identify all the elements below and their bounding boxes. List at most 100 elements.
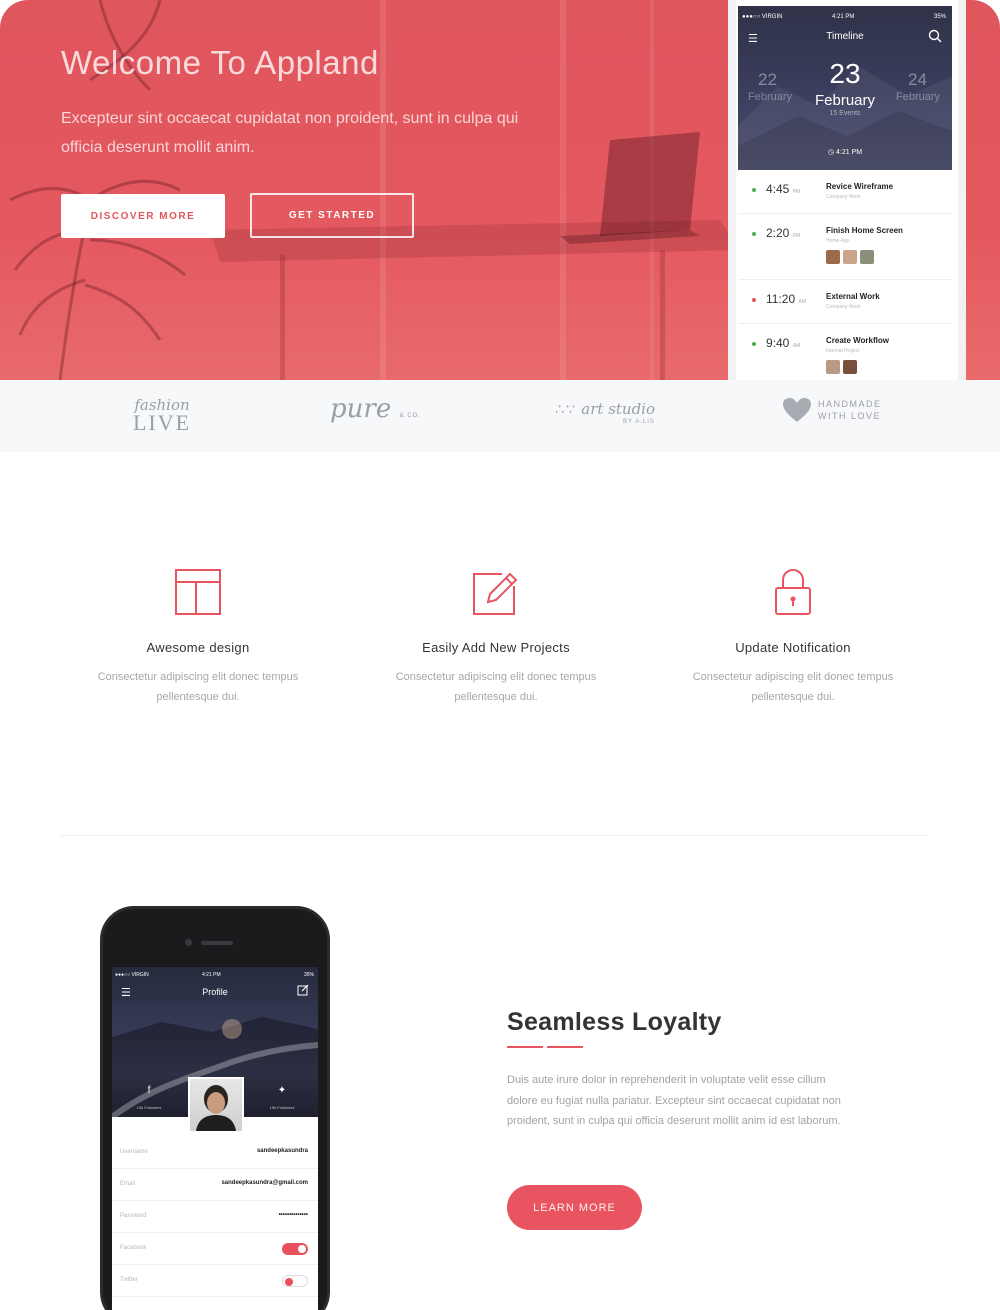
facebook-label: Facebook [120, 1245, 147, 1251]
battery-status: 35% [933, 14, 946, 20]
logo-pure: pure & CO. [330, 394, 422, 424]
feature-title: Awesome design [146, 640, 250, 655]
twitter-toggle[interactable] [282, 1275, 308, 1287]
timeline-item-name: Finish Home Screen [826, 226, 903, 235]
loyalty-title: Seamless Loyalty [507, 1008, 722, 1036]
facebook-icon[interactable]: f [124, 1085, 174, 1096]
username-value: sandeepkasundra [256, 1148, 308, 1154]
loyalty-description: Duis aute irure dolor in reprehenderit i… [507, 1074, 841, 1127]
password-label: Password [120, 1213, 147, 1219]
timeline-item-sub: Internal Project [826, 348, 860, 354]
carrier-status: ●●●○○ VIRGIN [742, 14, 783, 20]
clock-time: 4:21 PM [835, 149, 863, 156]
timeline-item[interactable]: 9:40 AM Create Workflow Internal Project [738, 324, 952, 380]
timeline-phone-mockup: ●●●○○ VIRGIN 4:21 PM 35% ☰ Timeline 22 F… [728, 0, 966, 380]
timeline-item-name: Create Workflow [826, 336, 889, 345]
timeline-title: Timeline [826, 31, 864, 42]
avatar-group [826, 360, 857, 374]
camera-icon [185, 939, 192, 946]
timeline-header: ●●●○○ VIRGIN 4:21 PM 35% ☰ Timeline 22 F… [738, 6, 952, 170]
battery-status: 35% [303, 972, 314, 978]
feature-add-projects: Easily Add New Projects Consectetur adip… [376, 568, 616, 707]
person-photo [196, 1085, 236, 1131]
avatar [860, 250, 874, 264]
timeline-item[interactable]: 4:45 PM Revice Wireframe Company Work [738, 170, 952, 214]
hero-description: Excepteur sint occaecat cupidatat non pr… [61, 110, 519, 156]
avatar [843, 360, 857, 374]
avatar [843, 250, 857, 264]
speaker-grille [201, 941, 233, 945]
title-underline [507, 1046, 543, 1048]
layout-icon [175, 569, 221, 615]
timeline-item-sub: Company Work [826, 194, 861, 200]
twitter-followers: 15k Followers [269, 1105, 295, 1110]
hero-section: Welcome To Appland Excepteur sint occaec… [0, 0, 1000, 380]
logo-handmade: HANDMADE WITH LOVE [782, 397, 902, 423]
username-label: Username [120, 1149, 148, 1155]
feature-awesome-design: Awesome design Consectetur adipiscing el… [78, 568, 318, 707]
status-dot [752, 232, 756, 236]
lock-icon [775, 569, 811, 615]
status-time: 4:21 PM [832, 14, 855, 20]
timeline-item-name: Revice Wireframe [826, 182, 894, 191]
timeline-time: 4:45 PM [766, 182, 801, 196]
profile-phone-screen: ●●●○○ VIRGIN 4:21 PM 35% ☰ Profile f 15k… [112, 967, 318, 1310]
carrier-status: ●●●○○ VIRGIN [115, 972, 149, 978]
events-count: 15 Events [829, 110, 861, 117]
feature-text: Consectetur adipiscing elit donec tempus… [395, 671, 597, 703]
email-row[interactable]: Email sandeepkasundra@gmail.com [112, 1169, 318, 1201]
timeline-time: 9:40 AM [766, 336, 801, 350]
password-value: •••••••••••••• [278, 1212, 308, 1218]
feature-text: Consectetur adipiscing elit donec tempus… [692, 671, 894, 703]
timeline-time: 11:20 AM [766, 292, 806, 306]
timeline-item-sub: Company Work [826, 304, 861, 310]
profile-phone-mockup: ●●●○○ VIRGIN 4:21 PM 35% ☰ Profile f 15k… [100, 906, 330, 1310]
feature-update-notification: Update Notification Consectetur adipisci… [673, 568, 913, 707]
section-divider [60, 835, 930, 836]
search-icon[interactable] [928, 29, 942, 43]
get-started-button[interactable]: GET STARTED [250, 193, 414, 238]
twitter-row: Twitter [112, 1265, 318, 1297]
status-dot [752, 342, 756, 346]
profile-title: Profile [202, 987, 228, 997]
email-label: Email [120, 1181, 136, 1187]
timeline-item-name: External Work [826, 292, 880, 301]
facebook-row: Facebook [112, 1233, 318, 1265]
next-day[interactable]: 24 [908, 70, 927, 90]
timeline-time: 2:20 PM [766, 226, 801, 240]
logo-fashion-live: fashion LIVE [132, 396, 192, 435]
facebook-toggle[interactable] [282, 1243, 308, 1255]
avatar-group [826, 250, 874, 264]
title-underline [547, 1046, 583, 1048]
client-logos: fashion LIVE pure & CO. ∴∵ art studio BY… [0, 380, 1000, 452]
discover-more-button[interactable]: DISCOVER MORE [61, 194, 225, 238]
timeline-phone-screen: ●●●○○ VIRGIN 4:21 PM 35% ☰ Timeline 22 F… [738, 6, 952, 380]
facebook-followers: 15k Followers [136, 1105, 162, 1110]
avatar [826, 250, 840, 264]
learn-more-button[interactable]: LEARN MORE [507, 1185, 642, 1230]
timeline-item[interactable]: 2:20 PM Finish Home Screen Home App [738, 214, 952, 280]
status-time: 4:21 PM [202, 972, 221, 978]
twitter-icon[interactable]: ✦ [257, 1085, 307, 1096]
password-row[interactable]: Password •••••••••••••• [112, 1201, 318, 1233]
edit-icon[interactable] [297, 984, 309, 996]
profile-avatar[interactable] [188, 1077, 244, 1133]
avatar [826, 360, 840, 374]
timeline-item-sub: Home App [826, 238, 850, 244]
edit-icon [473, 572, 518, 615]
clock-label: ◷ 4:21 PM [827, 149, 863, 156]
status-dot [752, 188, 756, 192]
timeline-item[interactable]: 11:20 AM External Work Company Work [738, 280, 952, 324]
twitter-label: Twitter [120, 1277, 138, 1283]
email-value: sandeepkasundra@gmail.com [221, 1180, 308, 1186]
feature-text: Consectetur adipiscing elit donec tempus… [97, 671, 299, 703]
username-row[interactable]: Username sandeepkasundra [112, 1137, 318, 1169]
logo-art-studio: ∴∵ art studio BY A.LIS [555, 400, 656, 425]
feature-title: Easily Add New Projects [422, 640, 570, 655]
feature-title: Update Notification [735, 640, 851, 655]
hero-title: Welcome To Appland [61, 44, 379, 81]
next-month: February [896, 91, 941, 103]
landing-page: Welcome To Appland Excepteur sint occaec… [0, 0, 1000, 1310]
heart-icon [783, 398, 811, 422]
status-dot [752, 298, 756, 302]
